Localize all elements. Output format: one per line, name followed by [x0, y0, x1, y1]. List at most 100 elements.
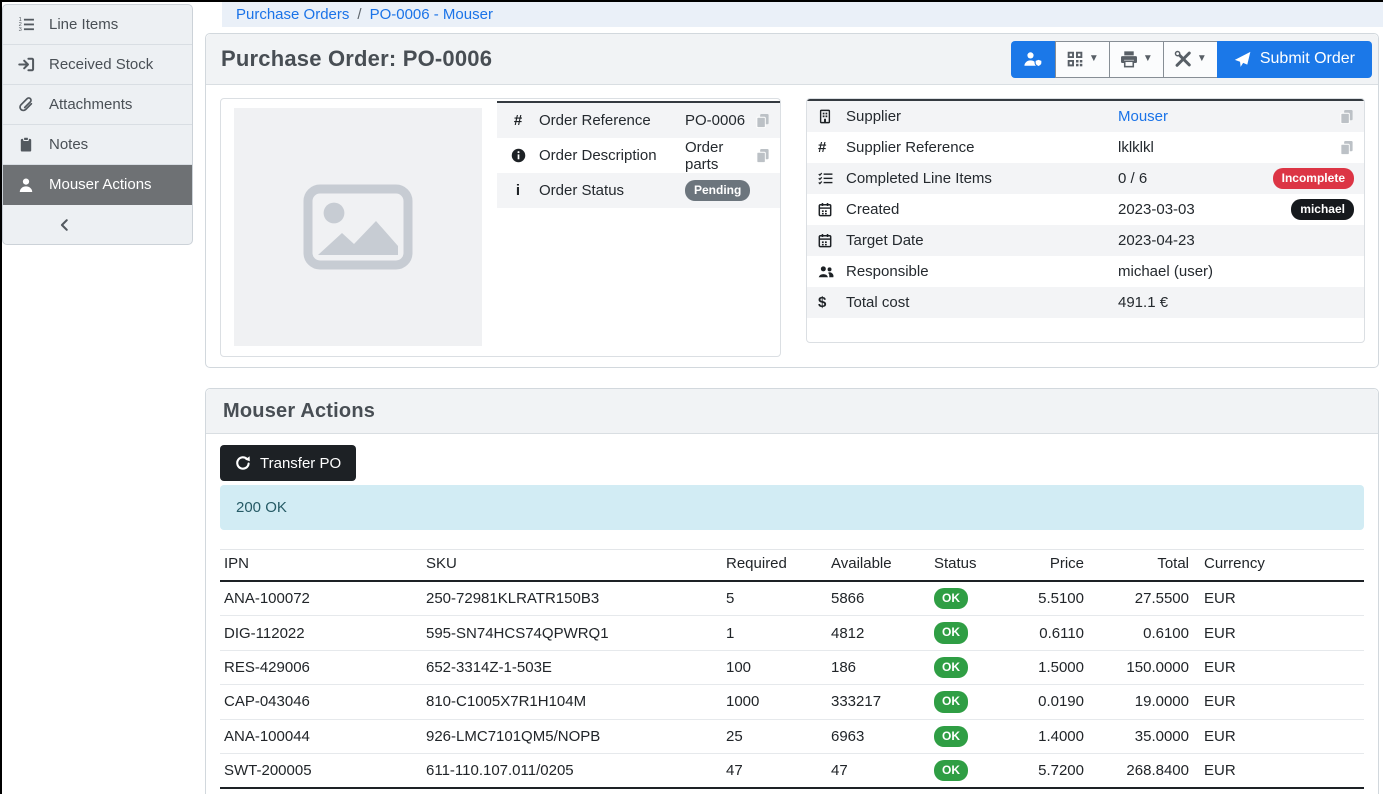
cell-price: 0.6110 — [1006, 616, 1086, 650]
sidebar-item-label: Received Stock — [49, 56, 153, 73]
dollar-icon: $ — [818, 294, 846, 311]
cell-price: 1.5000 — [1006, 650, 1086, 684]
table-row: ANA-100044 926-LMC7101QM5/NOPB 25 6963 O… — [220, 719, 1364, 753]
cell-price: 1.4000 — [1006, 719, 1086, 753]
mouser-actions-body: Transfer PO 200 OK IPN SKU Required Avai… — [206, 434, 1378, 794]
order-details-table: # Order Reference PO-0006 — [497, 101, 780, 208]
copy-icon[interactable] — [1339, 140, 1354, 155]
order-summary-card: # Order Reference PO-0006 — [220, 98, 781, 357]
cell-status: OK — [930, 719, 1006, 753]
cell-status: OK — [930, 685, 1006, 719]
detail-row-order-description: Order Description Order parts — [497, 138, 780, 173]
cell-total: 27.5500 — [1086, 581, 1191, 616]
cell-required: 1 — [722, 616, 827, 650]
copy-icon[interactable] — [755, 148, 770, 163]
cell-required: 100 — [722, 650, 827, 684]
hash-icon: # — [497, 112, 539, 129]
clipboard-icon — [3, 136, 49, 153]
transfer-po-button[interactable]: Transfer PO — [220, 445, 356, 481]
toolbar: ▼ ▼ — [1011, 41, 1374, 78]
cell-available: 47 — [827, 753, 930, 788]
copy-icon[interactable] — [755, 113, 770, 128]
print-actions-button[interactable]: ▼ — [1109, 41, 1164, 78]
table-row: DIG-112022 595-SN74HCS74QPWRQ1 1 4812 OK… — [220, 616, 1364, 650]
cell-currency: EUR — [1191, 650, 1364, 684]
cell-total: 268.8400 — [1086, 753, 1191, 788]
response-alert-text: 200 OK — [236, 499, 287, 516]
detail-label: Supplier Reference — [846, 139, 1118, 156]
sidebar-item-notes[interactable]: Notes — [3, 125, 192, 165]
cell-available: 186 — [827, 650, 930, 684]
list-ol-icon: 1 2 3 — [3, 16, 49, 33]
cell-status: OK — [930, 753, 1006, 788]
table-footer-row: Total 501.0000 — [220, 788, 1364, 794]
paperclip-icon — [3, 96, 49, 113]
detail-label: Responsible — [846, 263, 1118, 280]
mouser-actions-title: Mouser Actions — [223, 400, 375, 423]
sidebar-item-attachments[interactable]: Attachments — [3, 85, 192, 125]
cell-currency: EUR — [1191, 616, 1364, 650]
col-header-total: Total — [1086, 550, 1191, 582]
cell-currency: EUR — [1191, 685, 1364, 719]
sidebar-item-line-items[interactable]: 1 2 3 Line Items — [3, 5, 192, 45]
cell-ipn: ANA-100072 — [220, 581, 422, 616]
purchase-order-panel-header: Purchase Order: PO-0006 — [206, 34, 1378, 85]
detail-row-target-date: Target Date 2023-04-23 — [807, 225, 1364, 256]
hash-icon: # — [818, 139, 846, 156]
footer-total-label: Total — [220, 788, 422, 794]
cell-currency: EUR — [1191, 581, 1364, 616]
supplier-link[interactable]: Mouser — [1118, 108, 1168, 125]
cell-available: 5866 — [827, 581, 930, 616]
copy-icon[interactable] — [1339, 109, 1354, 124]
detail-label: Completed Line Items — [846, 170, 1118, 187]
chevron-left-icon — [58, 218, 72, 232]
cell-ipn: CAP-043046 — [220, 685, 422, 719]
cell-sku: 810-C1005X7R1H104M — [422, 685, 722, 719]
sidebar-item-mouser-actions[interactable]: Mouser Actions — [3, 165, 192, 205]
cell-total: 35.0000 — [1086, 719, 1191, 753]
detail-value: lklklkl — [1118, 139, 1339, 156]
cell-ipn: DIG-112022 — [220, 616, 422, 650]
sidebar-item-received-stock[interactable]: Received Stock — [3, 45, 192, 85]
breadcrumb-link-current[interactable]: PO-0006 - Mouser — [370, 6, 493, 23]
detail-label: Order Reference — [539, 112, 685, 129]
breadcrumb-link-purchase-orders[interactable]: Purchase Orders — [236, 6, 349, 23]
cell-ipn: ANA-100044 — [220, 719, 422, 753]
col-header-sku: SKU — [422, 550, 722, 582]
chevron-down-icon: ▼ — [1089, 54, 1099, 64]
cell-sku: 611-110.107.011/0205 — [422, 753, 722, 788]
table-row: RES-429006 652-3314Z-1-503E 100 186 OK 1… — [220, 650, 1364, 684]
admin-button[interactable] — [1011, 41, 1056, 78]
line-items-table: IPN SKU Required Available Status Price … — [220, 549, 1364, 794]
cell-required: 47 — [722, 753, 827, 788]
info-icon: i — [497, 182, 539, 199]
ok-badge: OK — [934, 726, 968, 747]
sign-in-icon — [3, 56, 49, 73]
mouser-actions-panel: Mouser Actions Transfer PO 200 OK — [205, 388, 1379, 794]
ok-badge: OK — [934, 622, 968, 643]
barcode-actions-button[interactable]: ▼ — [1055, 41, 1110, 78]
detail-row-completed-line-items: Completed Line Items 0 / 6 Incomplete — [807, 163, 1364, 194]
sidebar-collapse-button[interactable] — [3, 205, 192, 244]
detail-row-supplier-reference: # Supplier Reference lklklkl — [807, 132, 1364, 163]
cell-sku: 652-3314Z-1-503E — [422, 650, 722, 684]
chevron-down-icon: ▼ — [1197, 54, 1207, 64]
col-header-price: Price — [1006, 550, 1086, 582]
breadcrumb: Purchase Orders / PO-0006 - Mouser — [222, 2, 1383, 27]
cell-status: OK — [930, 616, 1006, 650]
ok-badge: OK — [934, 691, 968, 712]
mouser-actions-panel-header: Mouser Actions — [206, 389, 1378, 434]
col-header-available: Available — [827, 550, 930, 582]
cell-status: OK — [930, 581, 1006, 616]
detail-value: 2023-03-03 — [1118, 201, 1291, 218]
table-header-row: IPN SKU Required Available Status Price … — [220, 550, 1364, 582]
cell-price: 0.0190 — [1006, 685, 1086, 719]
ok-badge: OK — [934, 657, 968, 678]
submit-order-button[interactable]: Submit Order — [1217, 41, 1372, 78]
detail-value: michael (user) — [1118, 263, 1364, 280]
cell-price: 5.5100 — [1006, 581, 1086, 616]
response-alert: 200 OK — [220, 485, 1364, 530]
page-title: Purchase Order: PO-0006 — [221, 46, 492, 72]
order-actions-button[interactable]: ▼ — [1163, 41, 1218, 78]
breadcrumb-separator: / — [357, 6, 361, 23]
